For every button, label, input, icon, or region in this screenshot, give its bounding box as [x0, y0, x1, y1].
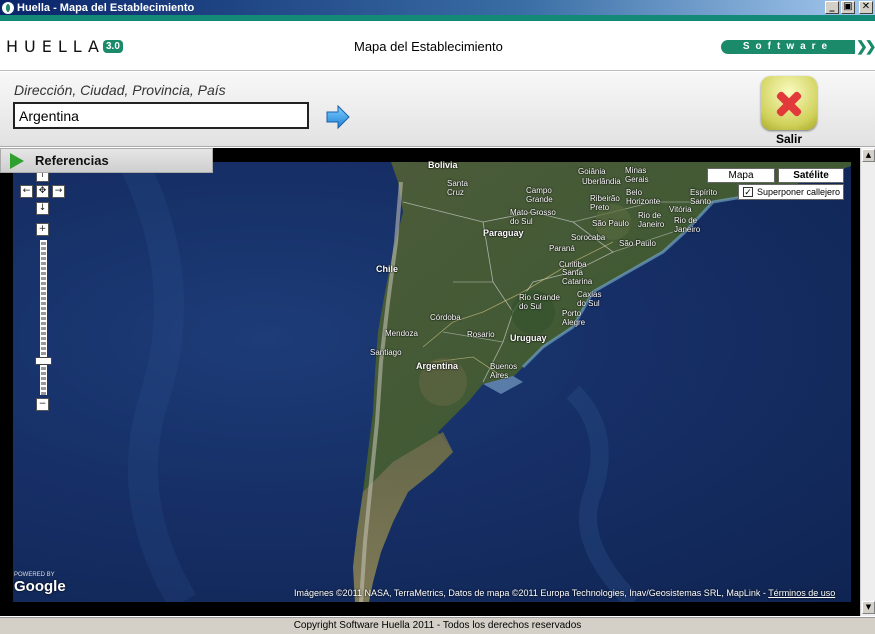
- map-label-mendoza: Mendoza: [385, 329, 418, 338]
- pan-center-button[interactable]: ✥: [36, 185, 49, 198]
- map-label-minas-gerais: Minas Gerais: [625, 166, 649, 184]
- exit-label: Salir: [775, 132, 802, 146]
- map-label-campo-grande: Campo Grande: [526, 186, 553, 204]
- map-label-mato-grosso: Mato Grosso do Sul: [510, 208, 556, 226]
- map-label-uruguay: Uruguay: [510, 333, 547, 343]
- zoom-out-button[interactable]: −: [36, 398, 49, 411]
- map-label-porto-alegre: Porto Alegre: [562, 309, 586, 327]
- exit-button[interactable]: Salir: [761, 76, 817, 146]
- map-label-cordoba: Córdoba: [430, 313, 461, 322]
- street-overlay-label: Superponer callejero: [757, 187, 841, 197]
- map-attribution: Imágenes ©2011 NASA, TerraMetrics, Datos…: [294, 588, 835, 598]
- app-leaf-icon: [2, 1, 14, 14]
- search-go-arrow-icon[interactable]: [325, 104, 351, 130]
- references-panel-toggle[interactable]: Referencias: [0, 148, 213, 173]
- map-type-satelite-button[interactable]: Satélite: [778, 168, 844, 183]
- pan-down-button[interactable]: ↓: [36, 202, 49, 215]
- zoom-slider-track[interactable]: [40, 240, 47, 395]
- zoom-slider-thumb[interactable]: [35, 356, 52, 365]
- pan-right-button[interactable]: →: [52, 185, 65, 198]
- attribution-text: Imágenes ©2011 NASA, TerraMetrics, Datos…: [294, 588, 769, 598]
- map-label-argentina: Argentina: [416, 361, 459, 371]
- huella-logo: HUELLA 3.0: [6, 36, 123, 56]
- map-label-santa-cruz: Santa Cruz: [447, 179, 468, 197]
- map-label-santa-catarina: Santa Catarina: [562, 268, 593, 286]
- map-label-paraguay: Paraguay: [483, 228, 524, 238]
- map-label-santiago: Santiago: [370, 348, 402, 357]
- map-label-parana: Paraná: [549, 244, 575, 253]
- page-title: Mapa del Establecimiento: [354, 39, 503, 54]
- vertical-scrollbar[interactable]: ▲ ▼: [860, 148, 875, 616]
- google-logo[interactable]: POWERED BY Google: [14, 572, 66, 595]
- maximize-button[interactable]: ▣: [841, 1, 855, 14]
- map-label-uberlandia: Uberlândia: [582, 177, 621, 186]
- map-label-vitoria: Vitória: [669, 205, 692, 214]
- software-badge: Software: [721, 40, 855, 54]
- search-label: Dirección, Ciudad, Provincia, País: [14, 82, 226, 98]
- map-label-belo-horizonte: Belo Horizonte: [626, 188, 661, 206]
- map-label-rio-grande: Rio Grande do Sul: [519, 293, 560, 311]
- search-bar: Dirección, Ciudad, Provincia, País Salir: [0, 72, 875, 147]
- play-triangle-icon: [10, 152, 24, 169]
- map-landmass: [119, 162, 851, 602]
- map-label-bolivia: Bolivia: [428, 160, 458, 170]
- close-button[interactable]: ✕: [859, 1, 873, 14]
- map-label-buenos-aires: Buenos Aires: [490, 362, 518, 380]
- street-overlay-option[interactable]: ✓ Superponer callejero: [738, 184, 844, 200]
- pan-left-button[interactable]: ←: [20, 185, 33, 198]
- map-type-mapa-button[interactable]: Mapa: [707, 168, 775, 183]
- map-label-rio-de-janeiro-state: Rio de Janeiro: [638, 211, 665, 229]
- logo-version: 3.0: [103, 39, 123, 53]
- app-header: HUELLA 3.0 Mapa del Establecimiento Soft…: [0, 21, 875, 71]
- chevron-right-icon: ❯❯: [856, 38, 875, 54]
- title-bar: Huella - Mapa del Establecimiento _ ▣ ✕: [0, 0, 875, 15]
- satellite-map[interactable]: [13, 162, 851, 602]
- map-label-ribeirao-preto: Ribeirão Preto: [590, 194, 620, 212]
- map-label-sao-paulo-city: São Paulo: [619, 239, 656, 248]
- map-label-goiania: Goiânia: [578, 167, 606, 176]
- map-label-rosario: Rosario: [467, 330, 495, 339]
- scroll-down-button[interactable]: ▼: [862, 601, 875, 614]
- map-label-sorocaba: Sorocaba: [571, 233, 606, 242]
- google-wordmark: Google: [14, 578, 66, 595]
- logo-text: HUELLA: [6, 36, 105, 56]
- app-window: Huella - Mapa del Establecimiento _ ▣ ✕ …: [0, 0, 875, 634]
- map-frame: [0, 148, 860, 616]
- window-title: Huella - Mapa del Establecimiento: [17, 1, 195, 14]
- map-label-espirito-santo: Espírito Santo: [690, 188, 718, 206]
- map-label-rio-de-janeiro-city: Rio de Janeiro: [674, 216, 701, 234]
- map-label-caxias: Caxias do Sul: [577, 290, 602, 308]
- map-label-chile: Chile: [376, 264, 399, 274]
- zoom-in-button[interactable]: +: [36, 223, 49, 236]
- street-overlay-checkbox[interactable]: ✓: [743, 187, 753, 197]
- scroll-up-button[interactable]: ▲: [862, 149, 875, 162]
- map-label-sao-paulo: São Paulo: [592, 219, 629, 228]
- close-x-icon: [761, 76, 817, 130]
- minimize-button[interactable]: _: [825, 1, 839, 14]
- status-bar: Copyright Software Huella 2011 - Todos l…: [0, 617, 875, 634]
- address-search-input[interactable]: [13, 102, 309, 129]
- references-label: Referencias: [35, 153, 109, 168]
- terms-of-use-link[interactable]: Términos de uso: [768, 588, 835, 598]
